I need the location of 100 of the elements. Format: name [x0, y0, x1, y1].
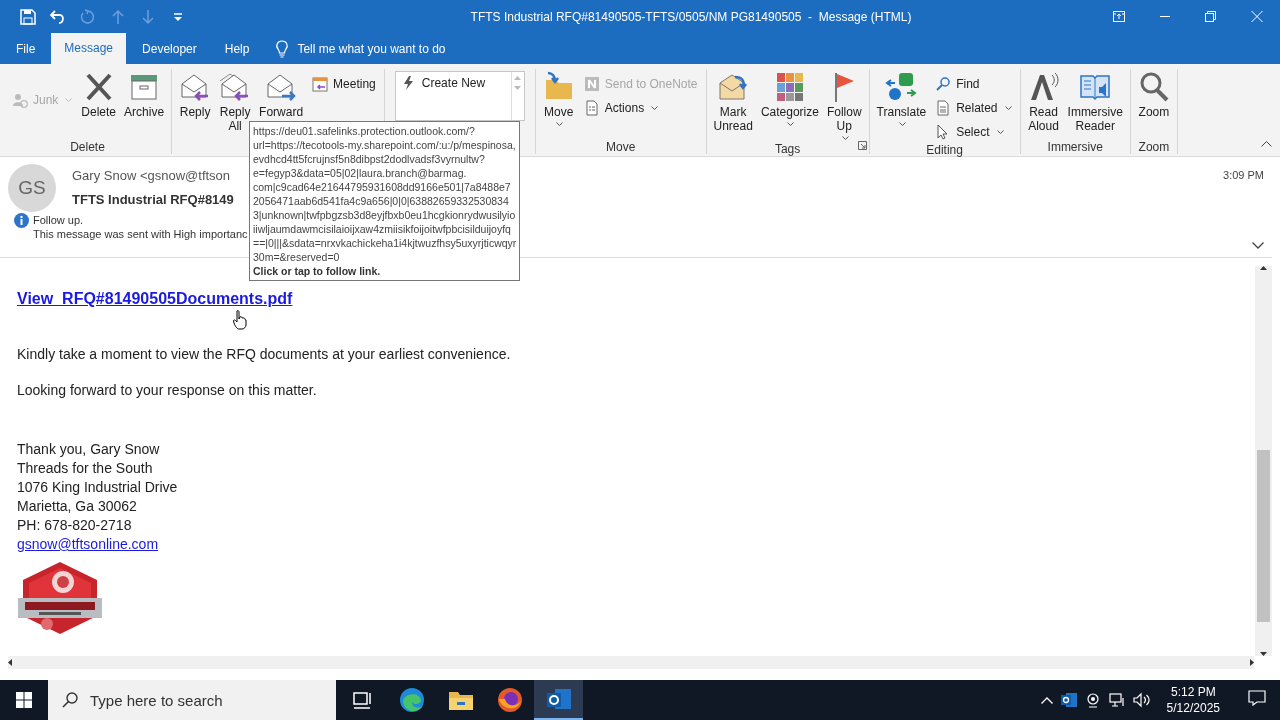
- dialog-launcher-icon[interactable]: [857, 141, 867, 150]
- browser-swirl-icon[interactable]: [398, 687, 425, 713]
- group-label: Editing: [926, 143, 963, 157]
- ribbon-button[interactable]: Read Aloud: [1024, 69, 1063, 135]
- show-hidden-icon[interactable]: [1040, 696, 1053, 704]
- caret-icon[interactable]: [787, 122, 795, 126]
- gallery-item[interactable]: Create New: [395, 72, 511, 120]
- email-link[interactable]: gsnow@tftsonline.com: [17, 536, 159, 552]
- message-subject: TFTS Industrial RFQ#8149: [72, 192, 234, 207]
- document-icon: [935, 100, 952, 116]
- task-view-icon[interactable]: [351, 689, 374, 711]
- ribbon-button[interactable]: Select: [931, 121, 1016, 143]
- info-text: Follow up.: [33, 213, 85, 227]
- caret-icon[interactable]: [651, 106, 659, 110]
- lightbulb-icon: [275, 40, 290, 58]
- tooltip-url-line: evdhcd4tt5fcrujnsf5n8dibpst2dodlvadsf3vyrnultw?: [253, 152, 486, 166]
- signature-line: Marietta, Ga 30062: [17, 498, 138, 514]
- tooltip-url-line: e=fegyp3&data=05|02|laura.branch@barmag.: [253, 166, 468, 180]
- tooltip-url-line: com|c9cad64e21644795931608dd9166e501|7a8488e7: [253, 180, 512, 194]
- mail-app-icon[interactable]: [545, 687, 572, 711]
- scroll-down-icon: [514, 86, 522, 90]
- tooltip-url-line: ==|0|||&sdata=nrxvkachickeha1i4kjtwuzfhsy5uxyrjticwqyr: [253, 236, 517, 250]
- scroll-up-icon: [514, 76, 522, 80]
- translate-icon: [885, 71, 918, 103]
- tooltip-url-line: url=https://tecotools-my.sharepoint.com/:u:/p/mespinosa,: [253, 138, 517, 152]
- scroll-right-icon: [1250, 659, 1254, 666]
- ribbon-button[interactable]: Meeting: [308, 73, 380, 95]
- tooltip-hint: Click or tap to follow link.: [253, 264, 382, 278]
- body-paragraph: Kindly take a moment to view the RFQ documents at your earliest convenience.: [17, 346, 512, 362]
- hand-cursor-icon: [233, 310, 247, 330]
- calendar-icon: [312, 76, 329, 92]
- ribbon-tab[interactable]: Message: [51, 33, 127, 64]
- clock-time[interactable]: 5:12 PM: [1170, 684, 1216, 700]
- tooltip-url-line: 30m=&reserved=0: [253, 250, 341, 264]
- ribbon-button[interactable]: Follow Up: [823, 69, 865, 142]
- folder-icon[interactable]: [447, 689, 474, 711]
- scroll-left-icon: [8, 659, 12, 666]
- ribbon-button[interactable]: Delete: [78, 69, 120, 121]
- info-icon: [14, 213, 29, 228]
- group-label: Zoom: [1138, 140, 1170, 154]
- document-icon: [583, 100, 600, 116]
- group-label: Delete: [70, 140, 105, 154]
- notifications-icon[interactable]: [1248, 690, 1266, 706]
- collapse-ribbon-icon[interactable]: [1261, 141, 1272, 147]
- window-title: TFTS Industrial RFQ#81490505-TFTS/0505/NM PG81490505 - Message (HTML): [469, 9, 913, 24]
- search-icon: [62, 692, 78, 708]
- group-label: Move: [605, 140, 636, 154]
- clock-date[interactable]: 5/12/2025: [1166, 700, 1220, 716]
- ribbon-button[interactable]: Forward: [256, 69, 307, 121]
- tell-me-field[interactable]: Tell me what you want to do: [297, 42, 446, 56]
- network-icon[interactable]: [1108, 692, 1125, 708]
- signature-line: Thank you, Gary Snow: [17, 441, 161, 457]
- ribbon-tab[interactable]: File: [4, 34, 48, 64]
- signature-line: 1076 King Industrial Drive: [17, 479, 179, 495]
- body-paragraph: Looking forward to your response on this matter.: [17, 382, 318, 398]
- ribbon-tab[interactable]: Help: [212, 34, 262, 64]
- mail-tray-icon[interactable]: [1060, 692, 1077, 708]
- expand-icon[interactable]: [1252, 242, 1264, 249]
- search-icon: [935, 76, 952, 92]
- fox-globe-icon[interactable]: [496, 687, 523, 713]
- ribbon-button[interactable]: Reply: [176, 69, 215, 121]
- tooltip-url-line: 3|unknown|twfpbgzsb3d8eyjfbxb0eu1hcgkionrydwusilyio: [253, 208, 517, 222]
- caret-icon[interactable]: [1004, 106, 1012, 110]
- attachment-link[interactable]: View_RFQ#81490505Documents.pdf: [17, 290, 293, 307]
- ribbon-tab[interactable]: Developer: [130, 34, 209, 64]
- group-label: Immersive: [1047, 140, 1103, 154]
- tooltip-url-line: iiwljaumdawmcisilaioijxaw4zmiisikfoijoitwfpbcisilduijoyfq: [253, 222, 512, 236]
- ribbon-button[interactable]: Categorize: [757, 69, 822, 128]
- tooltip-url-line: https://deu01.safelinks.protection.outlook.com/?: [253, 124, 476, 138]
- caret-icon[interactable]: [841, 136, 849, 140]
- ribbon-button[interactable]: Actions: [579, 97, 702, 119]
- group-label: Tags: [774, 142, 801, 156]
- ribbon-button[interactable]: Zoom: [1134, 69, 1173, 121]
- signature-line: Threads for the South: [17, 460, 154, 476]
- vertical-scrollbar[interactable]: [1255, 266, 1272, 656]
- sender: Gary Snow <gsnow@tftson: [72, 168, 231, 183]
- ribbon-button[interactable]: Move: [539, 69, 578, 128]
- timestamp: 3:09 PM: [1223, 169, 1264, 181]
- windows-logo-icon[interactable]: [16, 692, 32, 708]
- camera-tray-icon[interactable]: [1084, 692, 1101, 708]
- caret-icon[interactable]: [898, 122, 906, 126]
- volume-icon[interactable]: [1132, 692, 1151, 708]
- ribbon-button[interactable]: Find: [931, 73, 1016, 95]
- scroll-down-icon: [1260, 652, 1267, 656]
- taskbar-search-field[interactable]: Type here to search: [48, 680, 336, 720]
- caret-icon[interactable]: [996, 130, 1004, 134]
- ribbon-button[interactable]: Related: [931, 97, 1016, 119]
- signature-line: PH: 678-820-2718: [17, 517, 133, 533]
- avatar: GS: [8, 164, 56, 212]
- tooltip-url-line: 2056471aab6d541fa4c9a656|0|0|63882659332530834: [253, 194, 510, 208]
- horizontal-scrollbar[interactable]: [8, 656, 1254, 669]
- ribbon-button[interactable]: Archive: [121, 69, 168, 121]
- lightning-icon: [401, 76, 414, 90]
- caret-icon[interactable]: [556, 122, 564, 126]
- info-text: This message was sent with High importanc: [33, 227, 248, 241]
- ribbon-button[interactable]: Immersive Reader: [1064, 69, 1126, 135]
- ribbon-button[interactable]: Mark Unread: [710, 69, 756, 135]
- scroll-up-icon: [1260, 266, 1267, 270]
- ribbon-button[interactable]: Translate: [873, 69, 930, 128]
- person-block-icon: [12, 92, 28, 108]
